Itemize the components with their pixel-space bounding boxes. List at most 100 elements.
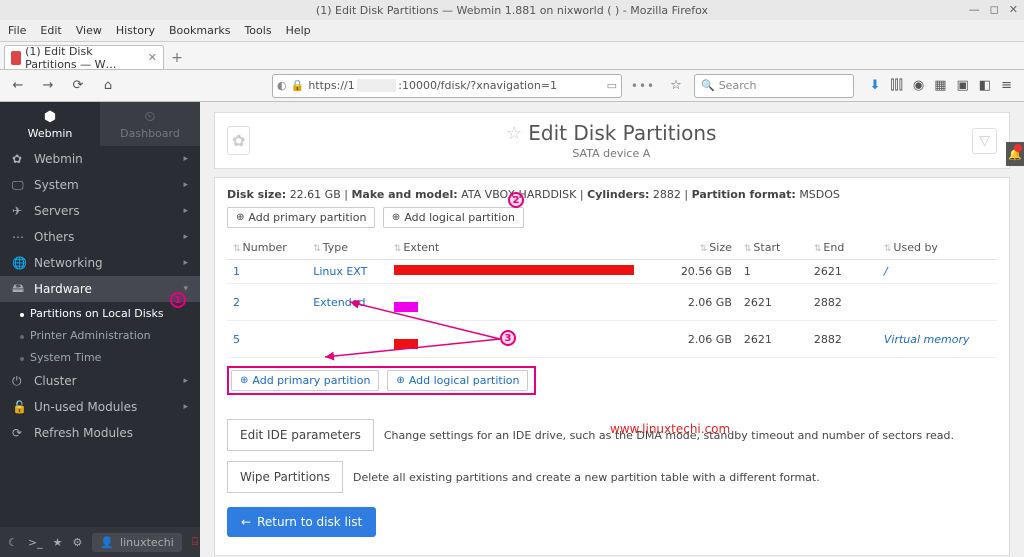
cell-usedby[interactable]: Virtual memory <box>878 321 997 358</box>
page-action-icon[interactable]: ▭ <box>607 79 617 92</box>
cell-size: 20.56 GB <box>658 260 738 284</box>
cell-usedby[interactable]: / <box>878 260 997 284</box>
search-icon: 🔍 <box>701 79 715 92</box>
watermark: www.linuxtechi.com <box>610 422 730 436</box>
sidebar-item-networking[interactable]: 🌐Networking <box>0 250 200 276</box>
plus-icon: ⊕ <box>396 375 404 386</box>
wipe-desc: Delete all existing partitions and creat… <box>353 471 820 484</box>
edit-ide-button[interactable]: Edit IDE parameters <box>227 419 374 451</box>
notification-bell-icon[interactable]: 🔔 <box>1006 142 1024 166</box>
sidebar-item-system[interactable]: 🖵System <box>0 172 200 198</box>
page-header: ✿ ☆Edit Disk Partitions SATA device A ▽ <box>214 112 1010 169</box>
back-button[interactable]: ← <box>6 74 30 98</box>
table-row[interactable]: 2Extended2.06 GB26212882 <box>227 284 997 321</box>
sidebar-item-refresh[interactable]: ⟳Refresh Modules <box>0 420 200 446</box>
hamburger-icon[interactable]: ≡ <box>1001 78 1012 93</box>
col-start[interactable]: ⇅Start <box>738 236 808 260</box>
sidebar-item-cluster[interactable]: ⏻Cluster <box>0 368 200 394</box>
addon-icon-2[interactable]: ▦ <box>934 78 946 93</box>
url-overflow-icon[interactable]: ••• <box>628 79 658 93</box>
language-icon[interactable]: ⚙ <box>72 536 82 549</box>
cell-type[interactable]: Extended <box>307 284 388 321</box>
new-tab-button[interactable]: + <box>164 47 190 69</box>
cell-extent <box>388 260 658 284</box>
sidebar-icon[interactable]: ◧ <box>979 78 991 93</box>
menu-tools[interactable]: Tools <box>244 24 271 37</box>
col-size[interactable]: ⇅Size <box>658 236 738 260</box>
addon-icon-1[interactable]: ◉ <box>913 78 924 93</box>
minimize-icon[interactable]: — <box>969 3 980 16</box>
annotation-highlight-box: ⊕Add primary partition ⊕Add logical part… <box>227 366 536 395</box>
cell-end: 2621 <box>808 260 878 284</box>
add-primary-top-button[interactable]: ⊕Add primary partition <box>227 207 375 228</box>
table-row[interactable]: 1Linux EXT20.56 GB12621/ <box>227 260 997 284</box>
terminal-icon[interactable]: >_ <box>28 536 43 549</box>
search-placeholder: Search <box>719 79 757 92</box>
cell-number[interactable]: 5 <box>227 321 307 358</box>
add-logical-bottom-button[interactable]: ⊕Add logical partition <box>387 370 528 391</box>
add-logical-top-button[interactable]: ⊕Add logical partition <box>383 207 524 228</box>
sidebar-sub-printer[interactable]: Printer Administration <box>0 324 200 346</box>
sidebar-item-servers[interactable]: ✈Servers <box>0 198 200 224</box>
sidebar-sub-systime[interactable]: System Time <box>0 346 200 368</box>
cell-type[interactable] <box>307 321 388 358</box>
browser-tab[interactable]: (1) Edit Disk Partitions — W… ✕ <box>4 45 164 69</box>
menu-bookmarks[interactable]: Bookmarks <box>169 24 230 37</box>
col-usedby[interactable]: ⇅Used by <box>878 236 997 260</box>
forward-button[interactable]: → <box>36 74 60 98</box>
url-text: https://1 :10000/fdisk/?xnavigation=1 <box>308 79 602 92</box>
library-icon[interactable]: ⫿⫿⫿ <box>890 78 902 93</box>
module-config-icon[interactable]: ✿ <box>227 126 250 155</box>
add-primary-bottom-button[interactable]: ⊕Add primary partition <box>231 370 379 391</box>
return-button[interactable]: ←Return to disk list <box>227 507 376 537</box>
cell-end: 2882 <box>808 284 878 321</box>
partitions-card: Disk size: 22.61 GB | Make and model: AT… <box>214 177 1010 556</box>
cell-end: 2882 <box>808 321 878 358</box>
cell-usedby <box>878 284 997 321</box>
cell-start: 2621 <box>738 321 808 358</box>
maximize-icon[interactable]: ◻ <box>990 3 999 16</box>
system-icon: 🖵 <box>12 178 26 193</box>
home-button[interactable]: ⌂ <box>96 74 120 98</box>
menu-edit[interactable]: Edit <box>40 24 61 37</box>
menu-help[interactable]: Help <box>286 24 311 37</box>
cell-type[interactable]: Linux EXT <box>307 260 388 284</box>
sidebar-item-webmin[interactable]: ✿Webmin <box>0 146 200 172</box>
download-icon[interactable]: ⬇ <box>869 78 880 93</box>
cell-number[interactable]: 1 <box>227 260 307 284</box>
menu-history[interactable]: History <box>116 24 155 37</box>
menu-file[interactable]: File <box>8 24 26 37</box>
addon-icon-3[interactable]: ▣ <box>957 78 969 93</box>
table-row[interactable]: 52.06 GB26212882Virtual memory <box>227 321 997 358</box>
sidebar-tab-webmin[interactable]: ⬢ Webmin <box>0 102 100 146</box>
sidebar-item-unused[interactable]: 🔓Un-used Modules <box>0 394 200 420</box>
col-end[interactable]: ⇅End <box>808 236 878 260</box>
user-badge[interactable]: 👤linuxtechi <box>92 533 181 552</box>
menu-bar: File Edit View History Bookmarks Tools H… <box>0 20 1024 42</box>
plus-icon: ⊕ <box>392 212 400 223</box>
search-bar[interactable]: 🔍 Search <box>694 74 854 98</box>
sidebar-sub-partitions[interactable]: Partitions on Local Disks <box>0 302 200 324</box>
favorite-icon[interactable]: ★ <box>53 536 63 549</box>
nav-toolbar: ← → ⟳ ⌂ ◐ 🔒 https://1 :10000/fdisk/?xnav… <box>0 70 1024 102</box>
menu-view[interactable]: View <box>76 24 102 37</box>
cell-extent <box>388 284 658 321</box>
wipe-partitions-button[interactable]: Wipe Partitions <box>227 461 343 493</box>
lock-icon: 🔒 <box>291 79 305 92</box>
reader-icon[interactable]: ☆ <box>664 74 688 98</box>
logout-icon[interactable]: ⍈ <box>192 535 199 549</box>
sidebar-tab-dashboard[interactable]: ⏲ Dashboard <box>100 102 200 146</box>
col-extent[interactable]: ⇅Extent <box>388 236 658 260</box>
star-icon[interactable]: ☆ <box>506 123 522 144</box>
tab-close-icon[interactable]: ✕ <box>148 51 157 64</box>
reload-button[interactable]: ⟳ <box>66 74 90 98</box>
user-icon: 👤 <box>100 536 114 549</box>
col-number[interactable]: ⇅Number <box>227 236 307 260</box>
cell-number[interactable]: 2 <box>227 284 307 321</box>
col-type[interactable]: ⇅Type <box>307 236 388 260</box>
filter-icon[interactable]: ▽ <box>972 128 997 154</box>
close-icon[interactable]: ✕ <box>1009 3 1018 16</box>
sidebar-item-others[interactable]: ⋯Others <box>0 224 200 250</box>
url-bar[interactable]: ◐ 🔒 https://1 :10000/fdisk/?xnavigation=… <box>272 74 622 98</box>
night-mode-icon[interactable]: ☾ <box>8 536 18 549</box>
